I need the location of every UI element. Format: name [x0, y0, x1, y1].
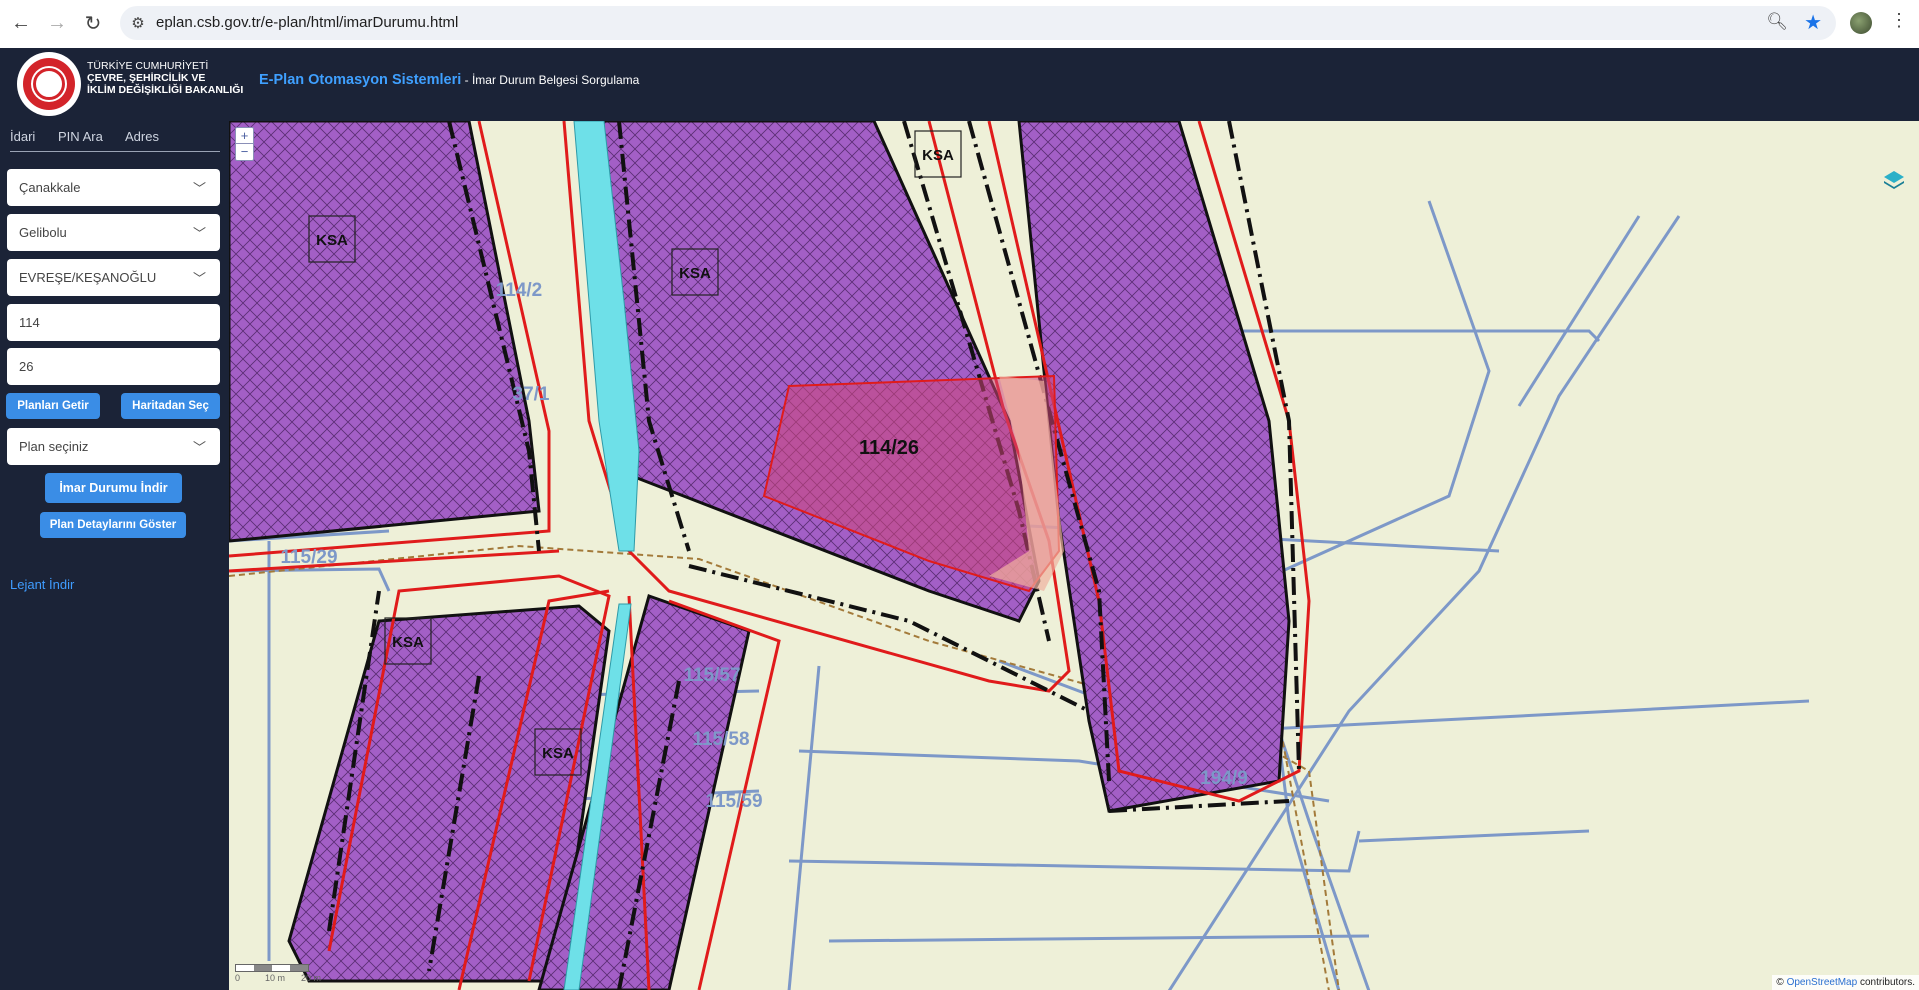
parcel-label-37-1: 37/1: [513, 384, 550, 405]
scale-bar: 0 10 m 20 m: [235, 962, 435, 986]
zone-label-ksa-1: KSA: [316, 232, 348, 249]
ministry-line3: İKLİM DEĞİŞİKLİĞİ BAKANLIĞI: [87, 84, 244, 96]
site-header: TÜRKİYE CUMHURİYETİ ÇEVRE, ŞEHİRCİLİK VE…: [0, 48, 1919, 121]
ministry-line1: TÜRKİYE CUMHURİYETİ: [87, 60, 209, 72]
ministry-name: TÜRKİYE CUMHURİYETİ ÇEVRE, ŞEHİRCİLİK VE…: [87, 60, 243, 96]
arrow-right-icon[interactable]: →: [44, 10, 70, 36]
ministry-line2: ÇEVRE, ŞEHİRCİLİK VE: [87, 72, 206, 84]
url-text[interactable]: eplan.csb.gov.tr/e-plan/html/imarDurumu.…: [156, 14, 458, 31]
zone-label-ksa-2: KSA: [679, 265, 711, 282]
app-name: E-Plan Otomasyon Sistemleri: [259, 72, 462, 88]
plan-details-button[interactable]: Plan Detaylarını Göster: [40, 512, 186, 538]
parcel-label-114-2: 114/2: [496, 280, 543, 301]
attribution-prefix: ©: [1776, 977, 1784, 988]
profile-avatar[interactable]: [1850, 12, 1872, 34]
selected-parcel-label: 114/26: [859, 437, 919, 459]
parcel-label-115-29: 115/29: [280, 547, 337, 568]
neighborhood-select[interactable]: EVREŞE/KEŞANOĞLU ﹀: [7, 259, 220, 296]
osm-link[interactable]: OpenStreetMap: [1787, 977, 1858, 988]
chevron-down-icon: ﹀: [192, 440, 206, 455]
scale-label-20m: 20 m: [301, 973, 322, 983]
chevron-down-icon: ﹀: [192, 181, 206, 196]
province-select[interactable]: Çanakkale ﹀: [7, 169, 220, 206]
neighborhood-value: EVREŞE/KEŞANOĞLU: [19, 270, 157, 285]
tune-icon[interactable]: ⚙: [128, 13, 148, 33]
attribution-suffix: contributors.: [1859, 977, 1915, 988]
parcel-label-194-9: 194/9: [1200, 768, 1248, 789]
select-from-map-button[interactable]: Haritadan Seç: [121, 393, 220, 419]
zoom-icon[interactable]: 🔍︎: [1766, 12, 1788, 32]
address-bar[interactable]: ⚙ eplan.csb.gov.tr/e-plan/html/imarDurum…: [120, 6, 1836, 40]
parcel-label-115-59: 115/59: [705, 791, 762, 812]
browser-toolbar: ← → ↻ ⚙ eplan.csb.gov.tr/e-plan/html/ima…: [0, 0, 1919, 49]
title-separator: -: [461, 73, 472, 87]
zone-label-ksa-5: KSA: [542, 745, 574, 762]
page-title: E-Plan Otomasyon Sistemleri - İmar Durum…: [259, 71, 639, 88]
parcel-label-115-57: 115/57: [683, 665, 740, 686]
district-value: Gelibolu: [19, 225, 67, 240]
zone-label-ksa-3: KSA: [922, 147, 954, 164]
parcel-label-115-58: 115/58: [692, 729, 749, 750]
plan-select-value: Plan seçiniz: [19, 439, 89, 454]
zoom-in-button[interactable]: +: [236, 128, 253, 144]
search-tabs: İdari PIN Ara Adres: [10, 125, 220, 152]
province-value: Çanakkale: [19, 180, 81, 195]
star-icon[interactable]: ★: [1804, 10, 1822, 35]
sidebar: İdari PIN Ara Adres Çanakkale ﹀ Gelibolu…: [0, 121, 229, 990]
district-select[interactable]: Gelibolu ﹀: [7, 214, 220, 251]
scale-label-10m: 10 m: [265, 973, 286, 983]
tab-adres[interactable]: Adres: [125, 129, 159, 144]
map-view[interactable]: KSA KSA KSA KSA KSA 114/2 115/29 115/57 …: [229, 121, 1919, 990]
scale-label-0: 0: [235, 973, 241, 983]
chevron-down-icon: ﹀: [192, 226, 206, 241]
legend-download-link[interactable]: Lejant İndir: [10, 577, 74, 592]
block-input[interactable]: 114: [7, 304, 220, 341]
map-attribution: © OpenStreetMap contributors.: [1772, 975, 1919, 990]
download-zoning-button[interactable]: İmar Durumu İndir: [45, 473, 182, 503]
page-name: İmar Durum Belgesi Sorgulama: [471, 73, 640, 87]
zone-label-ksa-4: KSA: [392, 634, 424, 651]
tab-idari[interactable]: İdari: [10, 129, 35, 144]
chevron-down-icon: ﹀: [192, 271, 206, 286]
tab-pin-ara[interactable]: PIN Ara: [58, 129, 103, 144]
plan-select[interactable]: Plan seçiniz ﹀: [7, 428, 220, 465]
ministry-logo: [17, 52, 81, 116]
layers-icon[interactable]: [1883, 169, 1905, 191]
parcel-input[interactable]: 26: [7, 348, 220, 385]
more-vert-icon[interactable]: ⋮: [1890, 10, 1908, 31]
zoom-control: + −: [235, 127, 254, 161]
zoom-out-button[interactable]: −: [236, 144, 253, 159]
get-plans-button[interactable]: Planları Getir: [6, 393, 100, 419]
map-canvas[interactable]: KSA KSA KSA KSA KSA 114/2 115/29 115/57 …: [229, 121, 1919, 990]
reload-icon[interactable]: ↻: [80, 10, 106, 36]
arrow-left-icon[interactable]: ←: [8, 10, 34, 36]
